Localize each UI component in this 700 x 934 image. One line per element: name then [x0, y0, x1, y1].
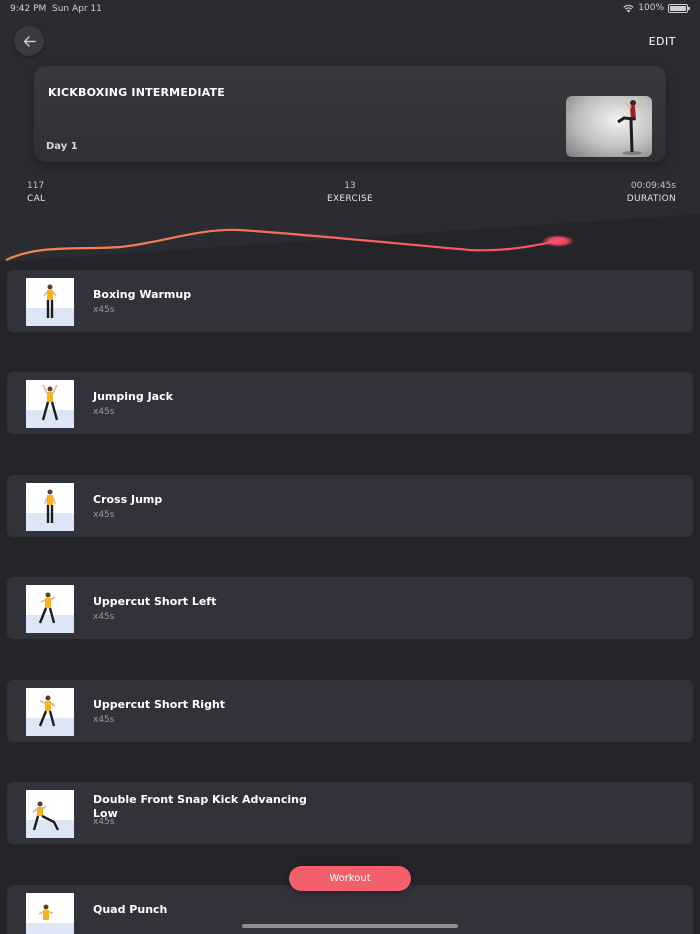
edit-button[interactable]: EDIT — [649, 35, 676, 48]
exercise-thumbnail — [26, 790, 74, 838]
exercise-thumbnail — [26, 688, 74, 736]
exercise-reps: x45s — [93, 612, 115, 622]
exercise-thumbnail — [26, 585, 74, 633]
status-time: 9:42 PM — [10, 4, 47, 14]
exercise-row[interactable]: Jumping Jack x45s — [7, 372, 693, 434]
exercise-reps: x45s — [93, 817, 115, 827]
program-title: KICKBOXING INTERMEDIATE — [48, 86, 225, 99]
program-card: KICKBOXING INTERMEDIATE Day 1 — [34, 66, 666, 162]
exercise-name: Uppercut Short Left — [93, 595, 217, 608]
exercise-name: Uppercut Short Right — [93, 698, 226, 711]
status-date: Sun Apr 11 — [52, 4, 102, 14]
duration-value: 00:09:45s — [630, 181, 676, 191]
exercise-row[interactable]: Double Front Snap Kick Advancing Low x45… — [7, 782, 693, 844]
exercise-thumbnail — [26, 380, 74, 428]
workout-detail-screen: 9:42 PM Sun Apr 11 100% EDIT KICKBOXING … — [0, 0, 700, 934]
exercise-reps: x45s — [93, 407, 115, 417]
exercise-name: Cross Jump — [93, 493, 163, 506]
program-day: Day 1 — [46, 141, 78, 152]
exercise-figure — [38, 592, 56, 624]
exercise-name: Boxing Warmup — [93, 288, 192, 301]
status-indicators: 100% — [623, 3, 690, 13]
progress-curve — [5, 228, 574, 261]
exercise-figure — [38, 695, 56, 727]
calories-value: 117 — [27, 181, 45, 191]
exercise-name: Jumping Jack — [93, 390, 173, 403]
battery-icon — [668, 3, 690, 13]
progress-marker — [542, 235, 574, 247]
exercise-figure — [43, 284, 57, 318]
kickboxer-figure — [617, 100, 642, 155]
exercise-name: Double Front Snap Kick Advancing Low — [93, 793, 307, 820]
exercise-name: Quad Punch — [93, 903, 168, 916]
exercise-figure — [32, 801, 60, 831]
exercise-figure — [41, 384, 59, 421]
home-indicator — [242, 924, 458, 928]
exercise-thumbnail — [26, 893, 74, 934]
exercise-row[interactable]: Boxing Warmup x45s — [7, 270, 693, 332]
program-thumbnail — [566, 96, 652, 157]
workout-button[interactable]: Workout — [289, 866, 411, 891]
exercises-value: 13 — [344, 181, 356, 191]
wifi-icon — [623, 4, 634, 12]
exercise-thumbnail — [26, 278, 74, 326]
exercise-reps: x45s — [93, 510, 115, 520]
status-bar: 9:42 PM Sun Apr 11 100% — [0, 0, 700, 18]
exercise-reps: x45s — [93, 715, 115, 725]
exercise-thumbnail — [26, 483, 74, 531]
battery-percent: 100% — [638, 3, 664, 13]
exercise-row[interactable]: Uppercut Short Left x45s — [7, 577, 693, 639]
exercise-row[interactable]: Uppercut Short Right x45s — [7, 680, 693, 742]
exercise-figure — [44, 489, 56, 523]
exercise-reps: x45s — [93, 305, 115, 315]
back-button[interactable] — [14, 26, 44, 56]
exercise-row[interactable]: Cross Jump x45s — [7, 475, 693, 537]
exercise-figure — [38, 904, 54, 920]
arrow-left-icon — [23, 35, 36, 47]
